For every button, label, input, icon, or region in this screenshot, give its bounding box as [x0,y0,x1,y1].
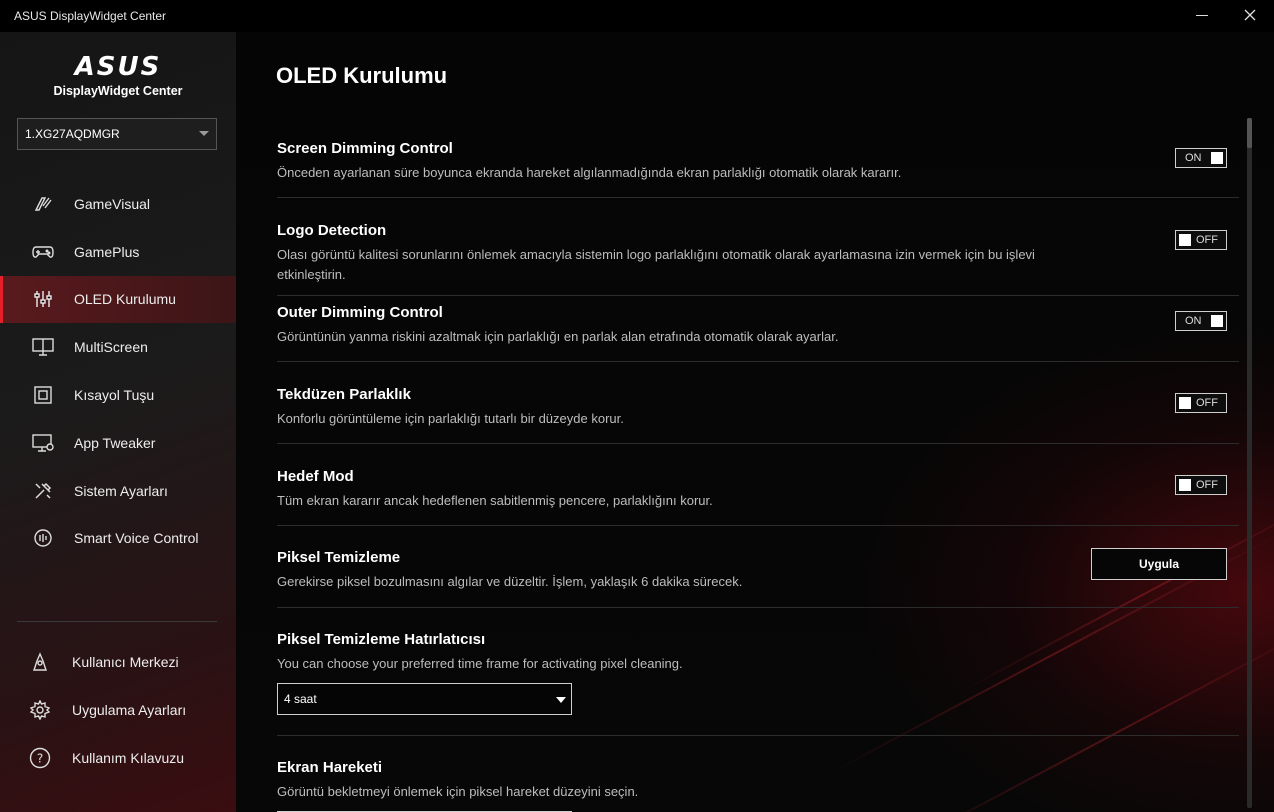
screen-dimming-toggle[interactable]: ON [1175,148,1227,168]
toggle-knob [1211,152,1223,164]
minimize-button[interactable] [1190,4,1214,26]
minimize-icon [1196,14,1208,16]
chevron-down-icon [199,131,209,136]
setting-label: Piksel Temizleme Hatırlatıcısı [277,631,486,648]
logo-detection-toggle[interactable]: OFF [1175,230,1227,250]
app-tweaker-icon [32,432,54,454]
sidebar-item-kullanim-kilavuzu[interactable]: ? Kullanım Kılavuzu [0,734,236,782]
toggle-state: ON [1185,152,1202,164]
setting-description: Tüm ekran kararır ancak hedeflenen sabit… [277,493,713,508]
monitor-select[interactable]: 1.XG27AQDMGR [17,118,217,150]
setting-description: You can choose your preferred time frame… [277,656,683,671]
sidebar-item-kullanici-merkezi[interactable]: Kullanıcı Merkezi [0,638,236,686]
setting-piksel-temizleme: Piksel Temizleme Gerekirse piksel bozulm… [277,526,1239,608]
help-icon: ? [29,747,51,769]
sidebar-item-label: MultiScreen [74,339,148,356]
setting-label: Tekdüzen Parlaklık [277,386,411,403]
settings-list: Screen Dimming Control Önceden ayarlanan… [277,127,1239,812]
monitor-select-value: 1.XG27AQDMGR [25,127,120,141]
outer-dimming-toggle[interactable]: ON [1175,311,1227,331]
setting-description: Görüntünün yanma riskini azaltmak için p… [277,329,839,344]
sidebar-item-sistem-ayarlari[interactable]: Sistem Ayarları [0,467,236,515]
sidebar-item-label: Sistem Ayarları [74,482,168,499]
setting-hedef-mod: Hedef Mod Tüm ekran kararır ancak hedefl… [277,444,1239,526]
logo: ASUS DisplayWidget Center [0,52,236,98]
apply-button[interactable]: Uygula [1091,548,1227,580]
sidebar-item-label: Kısayol Tuşu [74,387,155,404]
setting-logo-detection: Logo Detection Olası görüntü kalitesi so… [277,198,1239,296]
sliders-icon [32,288,54,310]
setting-description: Görüntü bekletmeyi önlemek için piksel h… [277,784,639,799]
multiscreen-icon [32,336,54,358]
sidebar-item-gamevisual[interactable]: GameVisual [0,180,236,228]
sidebar-item-label: App Tweaker [74,434,156,451]
hedef-mod-toggle[interactable]: OFF [1175,475,1227,495]
user-center-icon [29,651,51,673]
toggle-state: ON [1185,315,1202,327]
setting-label: Ekran Hareketi [277,759,383,776]
main-panel: OLED Kurulumu Screen Dimming Control Önc… [236,32,1274,812]
gamevisual-icon [32,193,54,215]
toggle-state: OFF [1196,479,1218,491]
setting-label: Logo Detection [277,222,387,239]
tekduzen-parlaklik-toggle[interactable]: OFF [1175,393,1227,413]
select-value: 4 saat [284,692,317,706]
voice-icon [32,527,54,549]
sidebar-bottom-nav: Kullanıcı Merkezi Uygulama Ayarları ? Ku… [0,638,236,782]
sidebar-item-oled-kurulumu[interactable]: OLED Kurulumu [0,275,236,324]
gear-icon [29,699,51,721]
chevron-down-icon [556,697,566,703]
sidebar-item-label: GameVisual [74,195,151,212]
toggle-knob [1179,397,1191,409]
setting-outer-dimming-control: Outer Dimming Control Görüntünün yanma r… [277,296,1239,362]
sidebar-item-multiscreen[interactable]: MultiScreen [0,323,236,371]
sidebar-item-label: Kullanım Kılavuzu [72,750,185,766]
setting-description: Konforlu görüntüleme için parlaklığı tut… [277,411,624,426]
page-title: OLED Kurulumu [276,63,448,88]
svg-text:?: ? [37,752,43,766]
sidebar-nav: GameVisual GamePlus OLED Kurulumu MultiS… [0,180,236,562]
sidebar-item-label: Smart Voice Control [74,530,199,547]
toggle-state: OFF [1196,397,1218,409]
gamepad-icon [32,241,54,263]
setting-description: Olası görüntü kalitesi sorunlarını önlem… [277,247,1035,282]
sidebar-item-label: OLED Kurulumu [74,291,176,308]
scrollbar[interactable] [1247,118,1252,808]
toggle-knob [1179,234,1191,246]
sidebar-item-label: GamePlus [74,243,140,260]
title-bar: ASUS DisplayWidget Center [0,0,1274,32]
scrollbar-thumb[interactable] [1247,118,1252,148]
toggle-knob [1211,315,1223,327]
close-icon [1244,9,1256,21]
sidebar-divider [17,621,217,622]
sidebar-item-kisayol-tusu[interactable]: Kısayol Tuşu [0,371,236,419]
reminder-interval-select[interactable]: 4 saat [277,683,572,715]
setting-description: Gerekirse piksel bozulmasını algılar ve … [277,574,743,589]
toggle-state: OFF [1196,234,1218,246]
setting-ekran-hareketi: Ekran Hareketi Görüntü bekletmeyi önleme… [277,736,1239,812]
sidebar-item-app-tweaker[interactable]: App Tweaker [0,419,236,467]
toggle-knob [1179,479,1191,491]
sidebar: ASUS DisplayWidget Center 1.XG27AQDMGR G… [0,32,236,812]
setting-label: Screen Dimming Control [277,140,453,157]
app-title: ASUS DisplayWidget Center [14,9,167,23]
setting-label: Hedef Mod [277,468,354,485]
logo-subtitle: DisplayWidget Center [53,84,183,98]
sidebar-item-gameplus[interactable]: GamePlus [0,228,236,276]
close-button[interactable] [1238,4,1262,26]
sidebar-item-label: Kullanıcı Merkezi [72,654,179,670]
sidebar-item-label: Uygulama Ayarları [72,702,187,718]
sidebar-item-smart-voice-control[interactable]: Smart Voice Control [0,515,236,563]
setting-screen-dimming-control: Screen Dimming Control Önceden ayarlanan… [277,127,1239,198]
asus-logo: ASUS [74,52,162,82]
setting-tekduzen-parlaklik: Tekdüzen Parlaklık Konforlu görüntüleme … [277,362,1239,444]
shortcut-key-icon [32,384,54,406]
sidebar-item-uygulama-ayarlari[interactable]: Uygulama Ayarları [0,686,236,734]
tools-icon [32,480,54,502]
setting-piksel-temizleme-hatirlaticisi: Piksel Temizleme Hatırlatıcısı You can c… [277,608,1239,736]
setting-description: Önceden ayarlanan süre boyunca ekranda h… [277,165,902,180]
setting-label: Outer Dimming Control [277,304,443,321]
